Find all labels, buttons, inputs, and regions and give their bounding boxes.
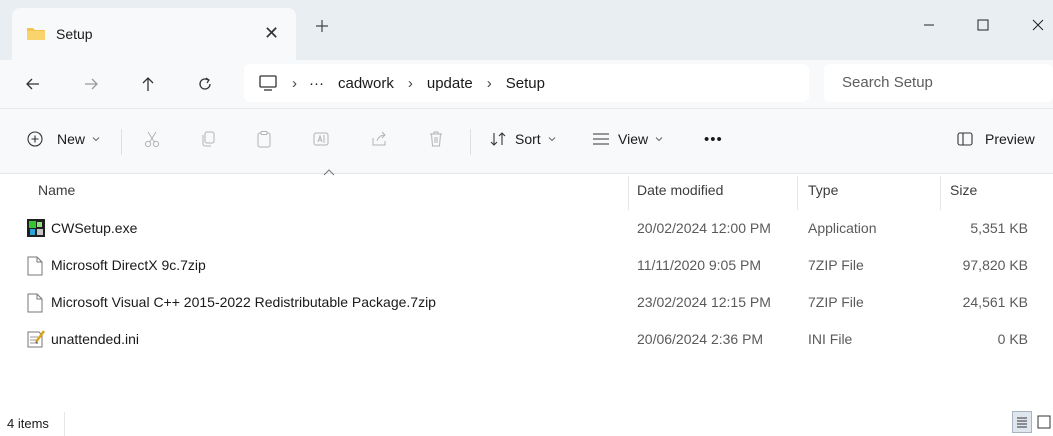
item-count: 4 items xyxy=(7,416,49,431)
tab-close-button[interactable]: ✕ xyxy=(264,23,279,44)
file-row[interactable]: CWSetup.exe 20/02/2024 12:00 PM Applicat… xyxy=(0,210,1053,246)
breadcrumb-separator[interactable]: › xyxy=(487,75,492,92)
column-divider[interactable] xyxy=(797,176,798,210)
file-size: 5,351 KB xyxy=(970,220,1028,236)
refresh-button[interactable] xyxy=(190,70,220,98)
breadcrumb-separator: › xyxy=(292,74,297,92)
view-label: View xyxy=(618,131,649,147)
tiles-view-icon xyxy=(1037,415,1051,429)
new-tab-button[interactable] xyxy=(314,18,330,37)
folder-icon xyxy=(26,25,46,44)
tab-title: Setup xyxy=(56,26,93,42)
file-type: 7ZIP File xyxy=(808,257,864,273)
sort-button[interactable]: Sort xyxy=(489,131,557,147)
file-icon xyxy=(27,293,43,316)
chevron-down-icon xyxy=(92,137,100,142)
file-date: 20/06/2024 2:36 PM xyxy=(637,331,764,347)
breadcrumb-separator[interactable]: › xyxy=(408,75,413,92)
preview-pane-icon xyxy=(957,132,973,146)
back-button[interactable] xyxy=(18,70,48,98)
file-row[interactable]: unattended.ini 20/06/2024 2:36 PM INI Fi… xyxy=(0,321,1053,357)
title-bar: Setup ✕ xyxy=(0,0,1053,60)
file-row[interactable]: Microsoft DirectX 9c.7zip 11/11/2020 9:0… xyxy=(0,247,1053,283)
breadcrumb-more[interactable]: ··· xyxy=(309,75,324,92)
search-input[interactable]: Search Setup xyxy=(824,64,1053,102)
file-size: 97,820 KB xyxy=(962,257,1028,273)
divider xyxy=(64,412,65,436)
view-button[interactable]: View xyxy=(592,131,664,147)
more-options-button[interactable]: ••• xyxy=(704,131,723,148)
column-divider[interactable] xyxy=(628,176,629,210)
file-size: 0 KB xyxy=(997,331,1028,347)
forward-button[interactable] xyxy=(76,70,106,98)
application-icon xyxy=(27,219,45,240)
details-view-button[interactable] xyxy=(1012,411,1032,433)
search-placeholder: Search Setup xyxy=(842,74,933,91)
file-name: Microsoft DirectX 9c.7zip xyxy=(51,257,206,273)
copy-icon[interactable] xyxy=(199,130,217,151)
plus-circle-icon xyxy=(27,131,43,147)
tiles-view-button[interactable] xyxy=(1034,411,1053,433)
sort-label: Sort xyxy=(515,131,541,147)
preview-label: Preview xyxy=(985,131,1035,147)
file-icon xyxy=(27,256,43,279)
breadcrumb-update[interactable]: update xyxy=(427,75,473,92)
paste-icon[interactable] xyxy=(255,130,273,151)
share-icon[interactable] xyxy=(370,130,388,151)
sort-up-icon xyxy=(323,169,335,176)
preview-pane-button[interactable]: Preview xyxy=(957,131,1035,147)
file-size: 24,561 KB xyxy=(962,294,1028,310)
minimize-button[interactable] xyxy=(904,8,954,42)
arrow-up-icon xyxy=(142,77,154,91)
file-type: 7ZIP File xyxy=(808,294,864,310)
details-view-icon xyxy=(1017,417,1027,428)
file-type: INI File xyxy=(808,331,853,347)
cut-icon[interactable] xyxy=(143,130,161,151)
column-header-type[interactable]: Type xyxy=(808,182,838,198)
new-label: New xyxy=(57,131,86,147)
column-divider[interactable] xyxy=(940,176,941,210)
file-name: unattended.ini xyxy=(51,331,139,347)
file-name: Microsoft Visual C++ 2015-2022 Redistrib… xyxy=(51,294,436,310)
chevron-down-icon xyxy=(655,137,663,142)
delete-icon[interactable] xyxy=(427,130,445,151)
file-name: CWSetup.exe xyxy=(51,220,138,236)
breadcrumb-cadwork[interactable]: cadwork xyxy=(338,75,394,92)
arrow-right-icon xyxy=(85,78,98,90)
breadcrumb-setup[interactable]: Setup xyxy=(506,75,545,92)
arrow-left-icon xyxy=(26,78,39,90)
address-bar: › ··· cadwork › update › Setup Search Se… xyxy=(0,60,1053,108)
file-date: 20/02/2024 12:00 PM xyxy=(637,220,771,236)
divider xyxy=(470,129,471,155)
tab-setup[interactable]: Setup ✕ xyxy=(12,8,296,60)
divider xyxy=(121,129,122,155)
column-header-name[interactable]: Name xyxy=(38,182,75,198)
breadcrumb[interactable]: › ··· cadwork › update › Setup xyxy=(244,64,809,102)
file-date: 23/02/2024 12:15 PM xyxy=(637,294,771,310)
maximize-button[interactable] xyxy=(958,8,1008,42)
rename-icon[interactable] xyxy=(312,130,330,151)
new-button[interactable]: New xyxy=(27,131,101,147)
column-header-size[interactable]: Size xyxy=(950,182,977,198)
refresh-icon xyxy=(199,77,211,90)
file-type: Application xyxy=(808,220,877,236)
chevron-down-icon xyxy=(548,137,556,142)
this-pc-icon[interactable] xyxy=(258,74,278,92)
up-button[interactable] xyxy=(133,70,163,98)
settings-file-icon xyxy=(27,330,45,351)
close-button[interactable] xyxy=(1013,8,1053,42)
command-bar: New Sort View ••• Preview xyxy=(0,108,1053,174)
column-header-date[interactable]: Date modified xyxy=(637,182,723,198)
sort-icon xyxy=(490,132,506,146)
file-row[interactable]: Microsoft Visual C++ 2015-2022 Redistrib… xyxy=(0,284,1053,320)
file-date: 11/11/2020 9:05 PM xyxy=(637,257,762,273)
list-view-icon xyxy=(593,133,609,145)
